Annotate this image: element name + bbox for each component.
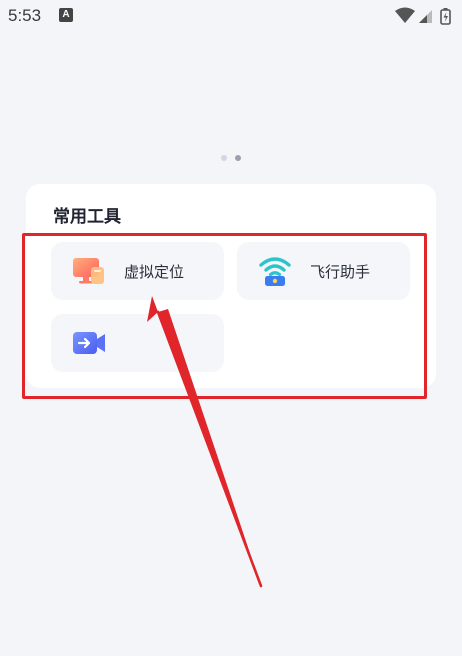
- tool-label: 虚拟定位: [124, 263, 185, 281]
- page-dot-2[interactable]: [235, 155, 241, 161]
- status-time: 5:53: [8, 6, 42, 25]
- page-dot-1[interactable]: [221, 155, 227, 161]
- status-bar: 5:53 A: [0, 0, 462, 32]
- carousel-page-indicator: [0, 155, 462, 161]
- status-icons: [394, 6, 456, 26]
- card-title: 常用工具: [53, 207, 121, 227]
- wifi-signal-icon: [395, 7, 415, 23]
- cellular-signal-icon: [419, 10, 432, 23]
- tool-virtual-location[interactable]: 虚拟定位: [51, 242, 224, 300]
- tool-label: 飞行助手: [310, 263, 371, 281]
- common-tools-card: 常用工具 虚拟定位 飞行助手: [26, 184, 436, 388]
- tool-flight-assistant[interactable]: 飞行助手: [237, 242, 410, 300]
- tool-video[interactable]: [51, 314, 224, 372]
- video-camera-icon: [71, 327, 107, 359]
- wifi-flight-assistant-icon: [257, 255, 293, 287]
- battery-icon: [440, 8, 451, 25]
- notification-a-icon: A: [59, 8, 73, 22]
- virtual-location-icon: [71, 255, 107, 287]
